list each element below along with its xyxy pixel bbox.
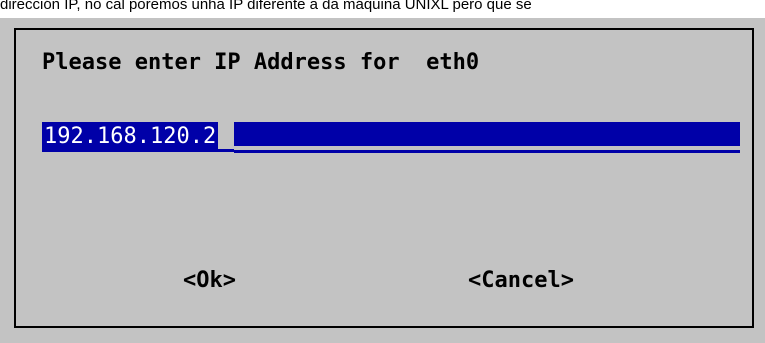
text-cursor bbox=[218, 146, 235, 152]
ip-address-dialog: Please enter IP Address for eth0 192.168… bbox=[14, 28, 754, 328]
cancel-button[interactable]: <Cancel> bbox=[468, 268, 574, 294]
ip-field-remainder[interactable] bbox=[234, 122, 740, 153]
ip-address-value[interactable]: 192.168.120.2 bbox=[42, 122, 219, 152]
installer-screen: Please enter IP Address for eth0 192.168… bbox=[0, 18, 765, 343]
ok-button[interactable]: <Ok> bbox=[183, 268, 236, 294]
dialog-prompt: Please enter IP Address for eth0 bbox=[42, 50, 480, 75]
ip-address-input[interactable]: 192.168.120.2 bbox=[42, 122, 740, 162]
page-caption: dirección IP, no cal poremos unha IP dif… bbox=[0, 0, 532, 13]
ip-field-band bbox=[234, 122, 740, 146]
ip-field-underline bbox=[234, 150, 740, 153]
